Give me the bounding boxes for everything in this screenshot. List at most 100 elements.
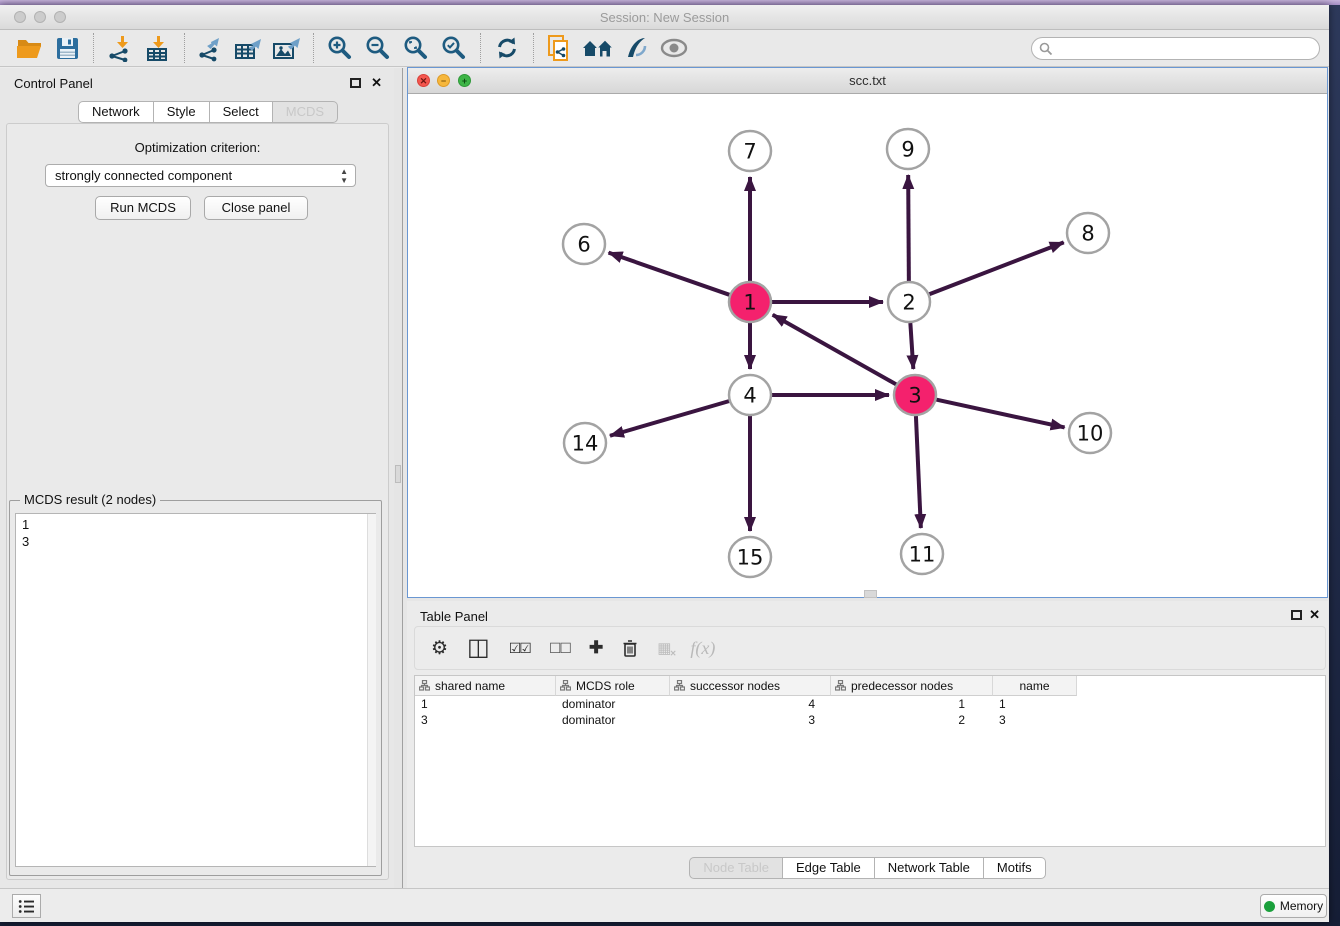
import-network-button[interactable] <box>101 32 139 64</box>
result-scrollbar[interactable] <box>367 514 376 866</box>
mcds-result-text[interactable]: 1 3 <box>15 513 376 867</box>
save-session-button[interactable] <box>48 32 86 64</box>
task-history-button[interactable] <box>12 894 41 918</box>
frame-close-button[interactable]: ✕ <box>417 74 430 87</box>
graph-edge-2-9[interactable] <box>908 175 909 281</box>
tab-mcds[interactable]: MCDS <box>273 101 338 123</box>
graph-edge-3-10[interactable] <box>936 399 1065 427</box>
tab-network-table[interactable]: Network Table <box>875 857 984 879</box>
select-all-button[interactable]: ☑☑ <box>509 640 530 657</box>
hierarchy-icon <box>835 680 846 691</box>
table-cell[interactable]: dominator <box>556 696 670 712</box>
tab-edge-table[interactable]: Edge Table <box>783 857 875 879</box>
table-cell[interactable]: dominator <box>556 712 670 728</box>
mcds-panel: Optimization criterion: strongly connect… <box>6 123 389 880</box>
export-image-button[interactable] <box>268 32 306 64</box>
split-divider-vertical[interactable] <box>394 68 403 888</box>
table-cell[interactable]: 3 <box>415 712 556 728</box>
graph-node-4[interactable]: 4 <box>729 375 771 415</box>
graph-node-8[interactable]: 8 <box>1067 213 1109 253</box>
column-header-name[interactable]: name <box>993 676 1077 696</box>
tab-network[interactable]: Network <box>78 101 154 123</box>
tab-select[interactable]: Select <box>210 101 273 123</box>
graph-node-7[interactable]: 7 <box>729 131 771 171</box>
float-table-panel-icon[interactable] <box>1291 610 1302 620</box>
graph-node-9[interactable]: 9 <box>887 129 929 169</box>
graph-edge-3-1[interactable] <box>773 315 897 385</box>
graph-node-14[interactable]: 14 <box>564 423 606 463</box>
table-row[interactable]: 1dominator411 <box>415 696 1325 712</box>
table-cell[interactable]: 2 <box>831 712 993 728</box>
divider-handle[interactable] <box>395 465 401 483</box>
graph-node-3[interactable]: 3 <box>894 375 936 415</box>
frame-maximize-button[interactable]: + <box>458 74 471 87</box>
toolbar-separator <box>93 33 94 63</box>
import-table-button[interactable] <box>139 32 177 64</box>
graph-edge-4-14[interactable] <box>610 401 730 436</box>
graph-node-label: 14 <box>572 432 599 456</box>
tab-node-table[interactable]: Node Table <box>689 857 783 879</box>
table-cell[interactable]: 1 <box>415 696 556 712</box>
table-row[interactable]: 3dominator323 <box>415 712 1325 728</box>
graph-edge-2-8[interactable] <box>929 242 1064 294</box>
show-hide-panels-button[interactable] <box>655 32 693 64</box>
table-cell[interactable]: 1 <box>831 696 993 712</box>
close-panel-icon[interactable]: ✕ <box>371 75 382 91</box>
apply-layout-button[interactable] <box>488 32 526 64</box>
split-handle-horizontal[interactable] <box>864 590 877 598</box>
float-panel-icon[interactable] <box>350 78 361 88</box>
zoom-in-button[interactable] <box>321 32 359 64</box>
tab-style[interactable]: Style <box>154 101 210 123</box>
graph-node-label: 7 <box>743 140 756 164</box>
criterion-dropdown[interactable]: strongly connected component ▲▼ <box>45 164 356 187</box>
window-minimize-button[interactable] <box>34 11 46 23</box>
table-cell[interactable]: 3 <box>993 712 1077 728</box>
column-header-predecessor-nodes[interactable]: predecessor nodes <box>831 676 993 696</box>
graph-edge-1-6[interactable] <box>609 253 731 295</box>
function-builder-button[interactable]: f(x) <box>690 638 715 659</box>
close-panel-button[interactable]: Close panel <box>204 196 308 220</box>
column-header-shared-name[interactable]: shared name <box>415 676 556 696</box>
window-close-button[interactable] <box>14 11 26 23</box>
search-input[interactable] <box>1031 37 1320 60</box>
graph-node-11[interactable]: 11 <box>901 534 943 574</box>
zoom-selected-button[interactable] <box>435 32 473 64</box>
table-cell[interactable]: 1 <box>993 696 1077 712</box>
delete-table-x-icon: ✕ <box>670 649 677 658</box>
run-mcds-button[interactable]: Run MCDS <box>95 196 191 220</box>
column-header-successor-nodes[interactable]: successor nodes <box>670 676 831 696</box>
graph-edge-2-3[interactable] <box>910 323 913 369</box>
clone-network-button[interactable] <box>541 32 579 64</box>
frame-minimize-button[interactable]: − <box>437 74 450 87</box>
table-cell[interactable]: 3 <box>670 712 831 728</box>
table-panel-title: Table Panel <box>420 609 488 624</box>
export-network-button[interactable] <box>192 32 230 64</box>
add-row-button[interactable]: ✚ <box>589 638 603 658</box>
criterion-value: strongly connected component <box>55 168 232 183</box>
export-table-button[interactable] <box>230 32 268 64</box>
close-table-panel-icon[interactable]: ✕ <box>1309 607 1320 623</box>
delete-table-button[interactable]: ▦ ✕ <box>657 639 671 657</box>
zoom-fit-button[interactable] <box>397 32 435 64</box>
column-header-mcds-role[interactable]: MCDS role <box>556 676 670 696</box>
memory-button[interactable]: Memory <box>1260 894 1327 918</box>
table-cell[interactable]: 4 <box>670 696 831 712</box>
open-session-button[interactable] <box>10 32 48 64</box>
window-maximize-button[interactable] <box>54 11 66 23</box>
delete-row-button[interactable] <box>622 639 638 658</box>
show-columns-button[interactable]: ◫ <box>467 638 490 658</box>
graph-edge-3-11[interactable] <box>916 416 921 528</box>
network-canvas[interactable]: 7 9 6 8 1 2 4 3 14 10 15 11 <box>408 94 1327 597</box>
import-network-icon <box>106 35 134 62</box>
graph-node-6[interactable]: 6 <box>563 224 605 264</box>
zoom-out-button[interactable] <box>359 32 397 64</box>
deselect-all-button[interactable]: ☐☐ <box>549 640 570 657</box>
table-settings-button[interactable]: ⚙ <box>431 637 448 660</box>
tab-motifs[interactable]: Motifs <box>984 857 1046 879</box>
style-preview-button[interactable] <box>617 32 655 64</box>
graph-node-2[interactable]: 2 <box>888 282 930 322</box>
home-button[interactable] <box>579 32 617 64</box>
graph-node-1[interactable]: 1 <box>729 282 771 322</box>
graph-node-10[interactable]: 10 <box>1069 413 1111 453</box>
graph-node-15[interactable]: 15 <box>729 537 771 577</box>
